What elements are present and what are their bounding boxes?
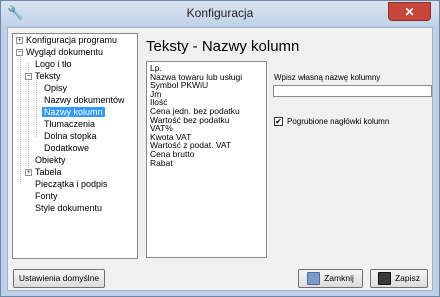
close-icon: ✕ [404,5,415,19]
close-window-button[interactable]: ✕ [388,2,431,21]
tree-item-nazwy-dokumentow[interactable]: Nazwy dokumentów [44,95,125,106]
close-button[interactable]: Zamknij [298,269,363,288]
tree-item-dolna-stopka[interactable]: Dolna stopka [44,131,97,142]
expand-icon[interactable]: + [25,169,32,176]
page-title: Teksty - Nazwy kolumn [146,38,300,55]
dialog-body: + Konfiguracja programu − Wygląd dokumen… [7,27,433,291]
tree-connector [20,51,21,184]
bold-headers-checkbox[interactable]: ✔ [274,117,283,126]
collapse-icon[interactable]: − [16,49,23,56]
settings-tree[interactable]: + Konfiguracja programu − Wygląd dokumen… [12,33,138,259]
title-bar[interactable]: 🔧 Konfiguracja ✕ [1,1,439,25]
save-button[interactable]: Zapisz [370,269,428,288]
expand-icon[interactable]: + [16,37,23,44]
tree-connector [36,75,37,137]
tree-item-opisy[interactable]: Opisy [44,83,67,94]
tree-item-obiekty[interactable]: Obiekty [35,155,66,166]
custom-name-label: Wpisz własną nazwę kolumny [274,73,381,82]
tree-item-tlumaczenia[interactable]: Tłumaczenia [44,119,95,130]
custom-name-input[interactable] [273,85,432,97]
list-item[interactable]: Rabat [150,158,266,168]
tree-item-dodatkowe[interactable]: Dodatkowe [44,143,89,154]
tree-item-fonty[interactable]: Fonty [35,191,58,202]
window-title: Konfiguracja [186,6,254,20]
configuration-window: 🔧 Konfiguracja ✕ + Konfiguracja programu… [0,0,440,297]
bold-headers-label[interactable]: Pogrubione nagłówki kolumn [287,117,389,126]
tree-item-logo-i-tlo[interactable]: Logo i tło [35,59,72,70]
column-names-list[interactable]: Lp. Nazwa towaru lub usługi Symbol PKWiU… [146,61,267,258]
collapse-icon[interactable]: − [25,73,32,80]
list-item[interactable]: Symbol PKWiU [150,81,266,90]
floppy-disk-icon [377,272,391,286]
list-item[interactable]: Jm [150,90,266,99]
door-icon [307,272,321,286]
defaults-button[interactable]: Ustawienia domyślne [13,269,105,288]
tree-item-style-dokumentu[interactable]: Style dokumentu [35,203,102,214]
tree-item-nazwy-kolumn[interactable]: Nazwy kolumn [42,107,105,118]
tree-item-pieczatka-i-podpis[interactable]: Pieczątka i podpis [35,179,108,190]
check-icon: ✔ [275,117,282,126]
